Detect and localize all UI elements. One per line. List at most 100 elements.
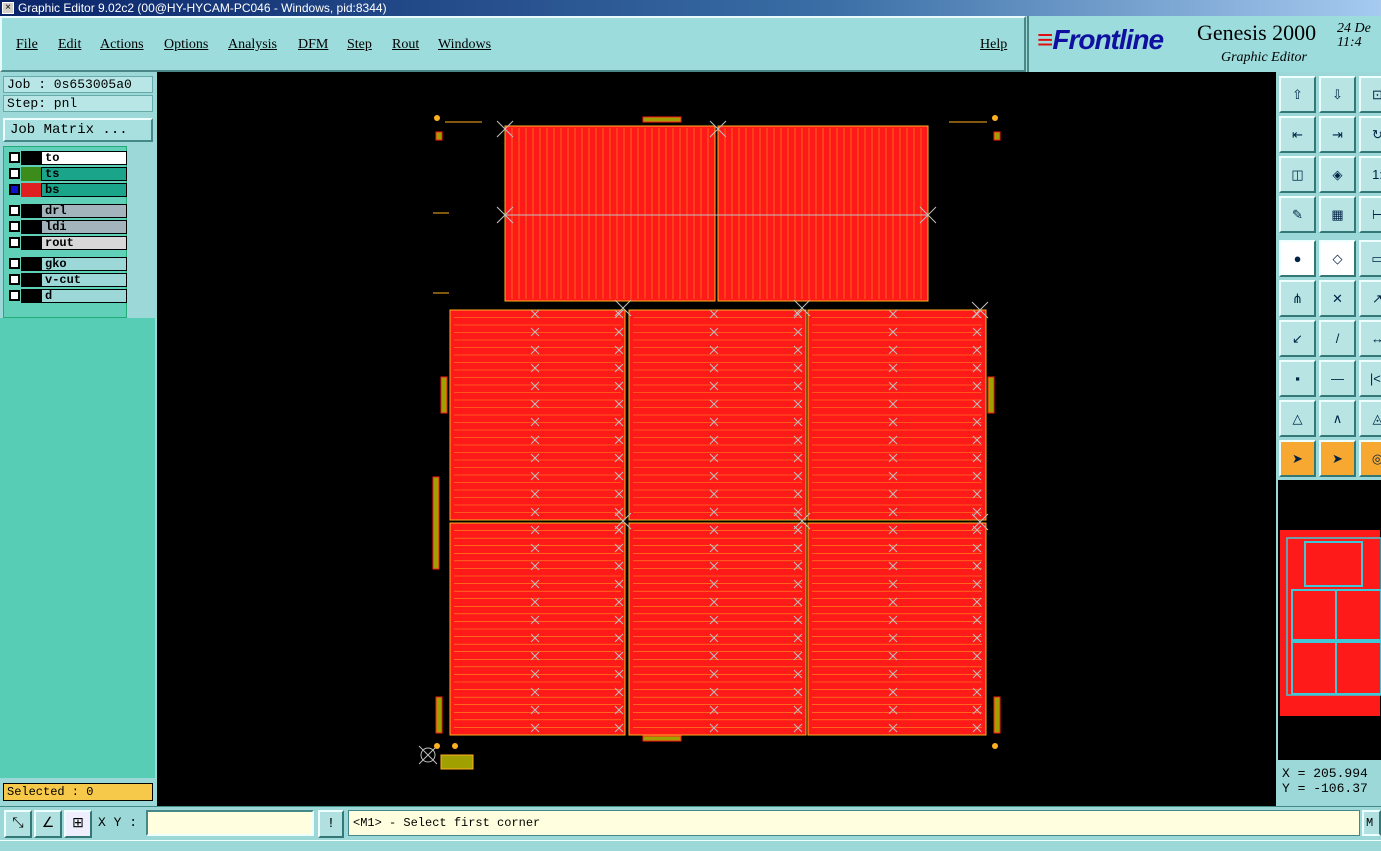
layer-color-swatch[interactable] bbox=[21, 289, 41, 303]
arc-triangle-icon[interactable]: ◬ bbox=[1359, 400, 1381, 437]
layer-panel-background bbox=[0, 318, 155, 778]
barcode-mark bbox=[440, 754, 474, 770]
arc-icon[interactable]: ↗ bbox=[1359, 280, 1381, 317]
layer-name[interactable]: bs bbox=[41, 183, 127, 197]
layer-row-drl[interactable]: drl bbox=[7, 204, 127, 219]
menu-windows[interactable]: Windows bbox=[438, 37, 491, 53]
layer-name[interactable]: drl bbox=[41, 204, 127, 218]
shape-edit-icon[interactable]: ◇ bbox=[1319, 240, 1356, 277]
fit-icon[interactable]: ◫ bbox=[1279, 156, 1316, 193]
layer-color-swatch[interactable] bbox=[21, 273, 41, 287]
tooling-hole bbox=[452, 743, 458, 749]
layer-checkbox[interactable] bbox=[9, 205, 20, 216]
layer-name[interactable]: rout bbox=[41, 236, 127, 250]
layer-name[interactable]: ldi bbox=[41, 220, 127, 234]
layer-name[interactable]: gko bbox=[41, 257, 127, 271]
overview-map[interactable] bbox=[1278, 480, 1381, 760]
layer-name[interactable]: v-cut bbox=[41, 273, 127, 287]
layer-name[interactable]: d bbox=[41, 289, 127, 303]
layer-row-ldi[interactable]: ldi bbox=[7, 220, 127, 235]
app-icon[interactable]: × bbox=[2, 2, 14, 14]
mouse-button[interactable]: M bbox=[1362, 810, 1381, 836]
zoom-panel-icon[interactable]: ⊡ bbox=[1359, 76, 1381, 113]
layer-name[interactable]: ts bbox=[41, 167, 127, 181]
ruler-icon[interactable]: ▭ bbox=[1359, 240, 1381, 277]
layer-row-v-cut[interactable]: v-cut bbox=[7, 273, 127, 288]
layer-row-to[interactable]: to bbox=[7, 151, 127, 166]
layer-list: to ts bs drl ldi rout gko v-cut d bbox=[3, 146, 127, 318]
grid-icon[interactable]: ▦ bbox=[1319, 196, 1356, 233]
pan-left-icon[interactable]: ⇤ bbox=[1279, 116, 1316, 153]
window-title: Graphic Editor 9.02c2 (00@HY-HYCAM-PC046… bbox=[18, 1, 387, 15]
layer-checkbox[interactable] bbox=[9, 152, 20, 163]
layer-checkbox[interactable] bbox=[9, 274, 20, 285]
status-bar: ⤡ ∠ ⊞ X Y : ! <M1> - Select first corner… bbox=[0, 806, 1381, 840]
selected-count: Selected : 0 bbox=[3, 783, 153, 801]
reverse-icon[interactable]: ↔ bbox=[1359, 320, 1381, 357]
menu-options[interactable]: Options bbox=[164, 37, 208, 53]
layer-row-d[interactable]: d bbox=[7, 289, 127, 304]
triangle-icon[interactable]: △ bbox=[1279, 400, 1316, 437]
layer-color-swatch[interactable] bbox=[21, 183, 41, 197]
connect-icon[interactable]: ⋔ bbox=[1279, 280, 1316, 317]
product-name: Genesis 2000 bbox=[1197, 20, 1317, 45]
menu-edit[interactable]: Edit bbox=[58, 37, 81, 53]
grid-snap-icon[interactable]: ⊞ bbox=[64, 810, 92, 838]
step-up-icon[interactable]: ⇧ bbox=[1279, 76, 1316, 113]
layer-checkbox[interactable] bbox=[9, 258, 20, 269]
layer-checkbox[interactable] bbox=[9, 237, 20, 248]
cross-icon[interactable]: ✕ bbox=[1319, 280, 1356, 317]
menu-step[interactable]: Step bbox=[347, 37, 372, 53]
menu-actions[interactable]: Actions bbox=[100, 37, 144, 53]
pad-icon[interactable]: ▪ bbox=[1279, 360, 1316, 397]
menu-rout[interactable]: Rout bbox=[392, 37, 419, 53]
layer-row-ts[interactable]: ts bbox=[7, 167, 127, 182]
measure-angle-icon[interactable]: ∠ bbox=[34, 810, 62, 838]
dimension-icon[interactable]: |<- bbox=[1359, 360, 1381, 397]
select-icon[interactable]: ➤ bbox=[1279, 440, 1316, 477]
step-label: Step: pnl bbox=[3, 95, 153, 112]
zoom-area-icon[interactable]: ⤡ bbox=[4, 810, 32, 838]
layer-color-swatch[interactable] bbox=[21, 220, 41, 234]
menu-file[interactable]: File bbox=[16, 37, 38, 53]
pan-right-icon[interactable]: ⇥ bbox=[1319, 116, 1356, 153]
panel-view[interactable] bbox=[157, 72, 1276, 806]
layer-checkbox[interactable] bbox=[9, 184, 20, 195]
menu-dfm[interactable]: DFM bbox=[298, 37, 328, 53]
layer-row-gko[interactable]: gko bbox=[7, 257, 127, 272]
slope-icon[interactable]: / bbox=[1319, 320, 1356, 357]
line-icon[interactable]: ↙ bbox=[1279, 320, 1316, 357]
layer-name[interactable]: to bbox=[41, 151, 127, 165]
layer-color-swatch[interactable] bbox=[21, 167, 41, 181]
graphic-canvas[interactable] bbox=[157, 72, 1276, 806]
tooling-mark bbox=[432, 476, 440, 570]
layer-checkbox[interactable] bbox=[9, 290, 20, 301]
step-down-icon[interactable]: ⇩ bbox=[1319, 76, 1356, 113]
toolbox-panel: ⇧⇩⊡⇤⇥↻◫◈1:✎▦⊢●◇▭⋔✕↗↙/↔▪—|<-△∧◬➤➤◎ X = 20… bbox=[1276, 72, 1381, 806]
layer-row-bs[interactable]: bs bbox=[7, 183, 127, 198]
select-box-icon[interactable]: ➤ bbox=[1319, 440, 1356, 477]
menu-analysis[interactable]: Analysis bbox=[228, 37, 277, 53]
record-icon[interactable]: ● bbox=[1279, 240, 1316, 277]
layer-color-swatch[interactable] bbox=[21, 204, 41, 218]
layer-checkbox[interactable] bbox=[9, 168, 20, 179]
snap-icon[interactable]: ⊢ bbox=[1359, 196, 1381, 233]
tooling-mark bbox=[642, 116, 682, 123]
layer-color-swatch[interactable] bbox=[21, 257, 41, 271]
zoom-fit-icon[interactable]: ◈ bbox=[1319, 156, 1356, 193]
xy-label: X Y : bbox=[98, 815, 138, 830]
layer-row-rout[interactable]: rout bbox=[7, 236, 127, 251]
layer-checkbox[interactable] bbox=[9, 221, 20, 232]
layer-color-swatch[interactable] bbox=[21, 151, 41, 165]
select-circle-icon[interactable]: ◎ bbox=[1359, 440, 1381, 477]
warning-icon[interactable]: ! bbox=[318, 810, 344, 838]
job-matrix-button[interactable]: Job Matrix ... bbox=[3, 118, 153, 142]
measure-icon[interactable]: ✎ bbox=[1279, 196, 1316, 233]
scale-icon[interactable]: 1: bbox=[1359, 156, 1381, 193]
menu-help[interactable]: Help bbox=[980, 37, 1007, 53]
angle-icon[interactable]: ∧ bbox=[1319, 400, 1356, 437]
zoom-back-icon[interactable]: ↻ bbox=[1359, 116, 1381, 153]
dash-icon[interactable]: — bbox=[1319, 360, 1356, 397]
xy-input[interactable] bbox=[146, 810, 314, 836]
layer-color-swatch[interactable] bbox=[21, 236, 41, 250]
